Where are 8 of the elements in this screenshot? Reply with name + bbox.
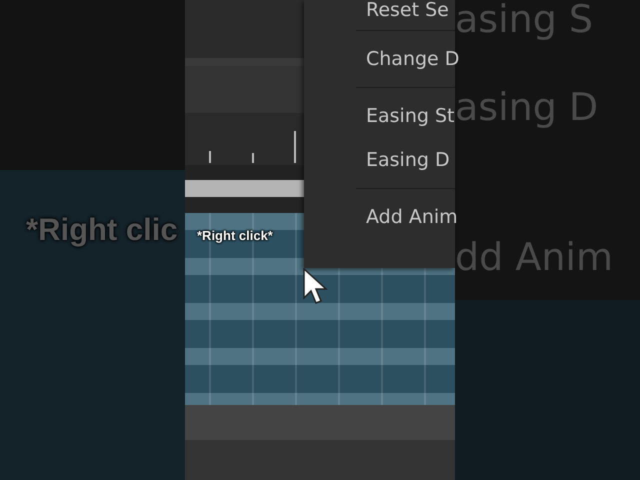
caption-text: *Right click* [197,228,273,243]
menu-item[interactable]: Easing St [304,94,455,138]
caption-text: *Right clic [25,212,179,248]
menu-item[interactable]: Reset Se [304,0,455,24]
scrollbar-track[interactable] [185,405,455,440]
range-bar[interactable] [185,180,304,197]
menu-item[interactable]: Easing D [304,138,455,182]
menu-item[interactable]: Add Anim [304,195,455,239]
